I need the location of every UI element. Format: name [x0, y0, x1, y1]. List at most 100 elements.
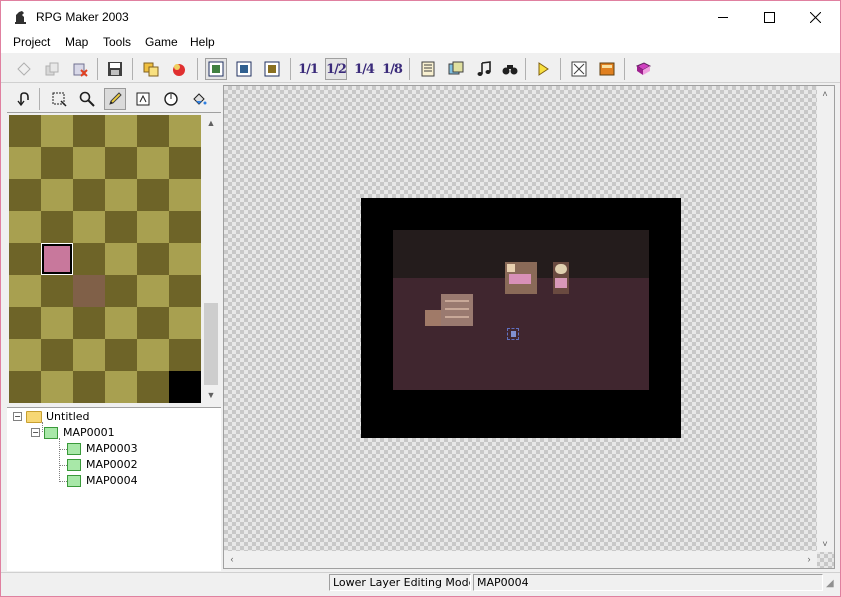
palette-tile[interactable] — [105, 243, 137, 275]
lower-layer-button[interactable] — [205, 58, 227, 80]
scroll-right-arrow-icon[interactable]: › — [801, 551, 817, 567]
palette-tile[interactable] — [105, 179, 137, 211]
palette-tile[interactable] — [105, 371, 137, 403]
palette-tile[interactable] — [73, 307, 105, 339]
palette-tile[interactable] — [137, 307, 169, 339]
close-project-button[interactable] — [69, 58, 91, 80]
save-button[interactable] — [104, 58, 126, 80]
zoom-1-2-button[interactable]: 1/2 — [325, 58, 347, 80]
palette-tile[interactable] — [9, 307, 41, 339]
palette-tile[interactable] — [169, 211, 201, 243]
palette-tile[interactable] — [73, 211, 105, 243]
palette-tile[interactable] — [41, 211, 73, 243]
scroll-up-arrow-icon[interactable]: ˄ — [817, 86, 833, 102]
palette-tile[interactable] — [73, 275, 105, 307]
rectangle-tool-button[interactable] — [132, 88, 154, 110]
palette-tile[interactable] — [137, 371, 169, 403]
zoom-1-1-button[interactable]: 1/1 — [297, 58, 319, 80]
selected-palette-tile[interactable] — [41, 243, 73, 275]
palette-tile[interactable] — [105, 339, 137, 371]
map-horizontal-scrollbar[interactable]: ‹ › — [224, 551, 817, 568]
palette-tile[interactable] — [41, 115, 73, 147]
palette-tile[interactable] — [41, 339, 73, 371]
upper-layer-button[interactable] — [233, 58, 255, 80]
tile-palette[interactable] — [9, 115, 201, 403]
zoom-tool-button[interactable] — [76, 88, 98, 110]
palette-tile[interactable] — [105, 307, 137, 339]
scroll-left-arrow-icon[interactable]: ‹ — [224, 551, 240, 567]
palette-tile[interactable] — [41, 147, 73, 179]
tree-node-map0003[interactable]: MAP0003 — [67, 442, 138, 455]
fullscreen-button[interactable] — [568, 58, 590, 80]
palette-tile[interactable] — [73, 115, 105, 147]
minimize-button[interactable] — [700, 1, 746, 33]
sound-test-button[interactable] — [473, 58, 495, 80]
palette-tile[interactable] — [137, 275, 169, 307]
tree-node-root[interactable]: − Untitled — [13, 410, 90, 423]
palette-scroll-thumb[interactable] — [204, 303, 218, 385]
palette-tile[interactable] — [169, 115, 201, 147]
test-play-button[interactable] — [532, 58, 554, 80]
tree-node-map0004[interactable]: MAP0004 — [67, 474, 138, 487]
palette-tile[interactable] — [73, 339, 105, 371]
palette-scrollbar[interactable]: ▲ ▼ — [203, 115, 219, 403]
palette-tile[interactable] — [105, 115, 137, 147]
zoom-1-8-button[interactable]: 1/8 — [381, 58, 403, 80]
menu-help[interactable]: Help — [190, 35, 215, 49]
tree-node-map0001[interactable]: − MAP0001 — [31, 426, 115, 439]
database-button[interactable] — [140, 58, 162, 80]
menu-tools[interactable]: Tools — [103, 35, 131, 49]
pencil-tool-button[interactable] — [104, 88, 126, 110]
palette-tile[interactable] — [169, 371, 201, 403]
scroll-down-arrow-icon[interactable]: ˅ — [817, 536, 833, 552]
undo-button[interactable] — [13, 88, 35, 110]
palette-tile[interactable] — [137, 243, 169, 275]
title-bar[interactable]: RPG Maker 2003 — [1, 1, 840, 33]
database-editor-button[interactable] — [417, 58, 439, 80]
palette-tile[interactable] — [73, 179, 105, 211]
import-export-button[interactable] — [168, 58, 190, 80]
collapse-toggle-icon[interactable]: − — [13, 412, 22, 421]
select-tool-button[interactable] — [48, 88, 70, 110]
collapse-toggle-icon[interactable]: − — [31, 428, 40, 437]
close-button[interactable] — [792, 1, 838, 33]
palette-tile[interactable] — [9, 275, 41, 307]
palette-tile[interactable] — [137, 339, 169, 371]
resize-grip-icon[interactable]: ◢ — [826, 578, 838, 590]
palette-tile[interactable] — [169, 147, 201, 179]
palette-tile[interactable] — [9, 371, 41, 403]
palette-tile[interactable] — [105, 211, 137, 243]
palette-tile[interactable] — [169, 243, 201, 275]
title-screen-button[interactable] — [596, 58, 618, 80]
maximize-button[interactable] — [746, 1, 792, 33]
palette-tile[interactable] — [169, 307, 201, 339]
palette-tile[interactable] — [9, 339, 41, 371]
event-layer-button[interactable] — [261, 58, 283, 80]
palette-tile[interactable] — [41, 371, 73, 403]
map-vertical-scrollbar[interactable]: ˄ ˅ — [817, 86, 834, 552]
palette-tile[interactable] — [73, 243, 105, 275]
palette-tile[interactable] — [169, 275, 201, 307]
start-event-marker[interactable] — [507, 328, 519, 340]
zoom-1-4-button[interactable]: 1/4 — [353, 58, 375, 80]
menu-map[interactable]: Map — [65, 35, 88, 49]
open-project-button[interactable] — [41, 58, 63, 80]
palette-tile[interactable] — [137, 147, 169, 179]
resource-manager-button[interactable] — [445, 58, 467, 80]
menu-game[interactable]: Game — [145, 35, 178, 49]
help-button[interactable] — [632, 58, 654, 80]
menu-project[interactable]: Project — [13, 35, 50, 49]
palette-tile[interactable] — [169, 339, 201, 371]
palette-tile[interactable] — [137, 179, 169, 211]
palette-tile[interactable] — [105, 147, 137, 179]
palette-tile[interactable] — [9, 147, 41, 179]
scroll-up-arrow-icon[interactable]: ▲ — [203, 115, 219, 131]
palette-tile[interactable] — [41, 307, 73, 339]
scroll-down-arrow-icon[interactable]: ▼ — [203, 387, 219, 403]
new-project-button[interactable] — [13, 58, 35, 80]
search-events-button[interactable] — [499, 58, 521, 80]
fill-tool-button[interactable] — [188, 88, 210, 110]
map-canvas[interactable] — [361, 198, 681, 438]
palette-tile[interactable] — [73, 371, 105, 403]
palette-tile[interactable] — [9, 243, 41, 275]
